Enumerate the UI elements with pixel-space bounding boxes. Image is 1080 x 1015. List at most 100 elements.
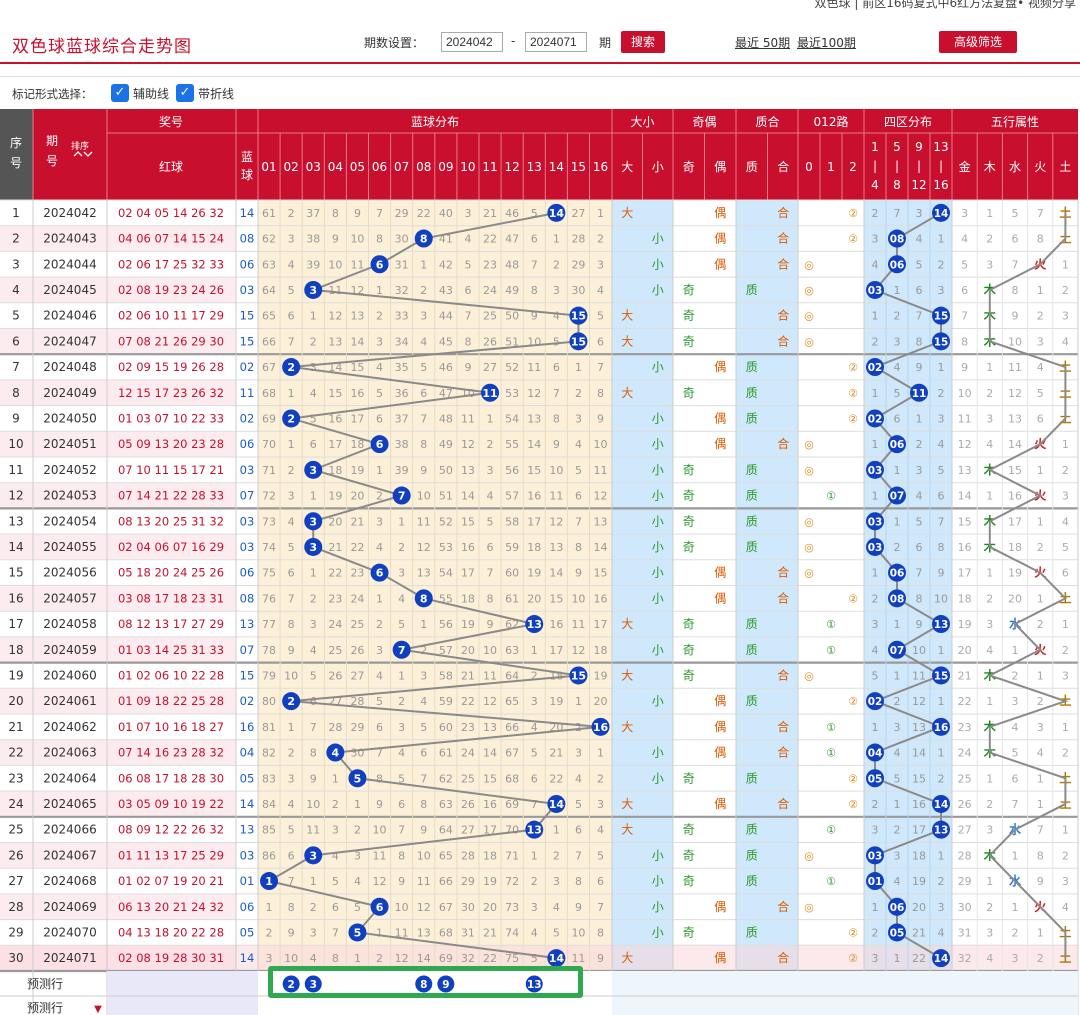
row-blue-ball: 05 — [240, 771, 255, 785]
miss-value: 12 — [417, 901, 431, 914]
wx-miss: 26 — [958, 798, 972, 811]
oe-mark: 偶 — [714, 360, 726, 374]
predict-red-bg — [107, 971, 258, 1015]
miss-value: 13 — [549, 541, 563, 554]
miss-value: 7 — [288, 335, 295, 348]
wx-miss: 23 — [958, 721, 972, 734]
size-mark: 小 — [652, 848, 664, 862]
oe-mark: 奇 — [683, 823, 695, 837]
row-period: 2024063 — [43, 746, 96, 760]
miss-value: 30 — [350, 747, 364, 760]
miss-value: 4 — [531, 926, 538, 939]
row-period: 2024070 — [43, 925, 96, 939]
miss-value: 8 — [464, 335, 471, 348]
route-mark: ① — [826, 644, 836, 657]
row-seq: 28 — [8, 900, 23, 914]
miss-value: 22 — [350, 541, 364, 554]
miss-value: 9 — [354, 207, 361, 220]
zone-miss: 4 — [872, 644, 879, 657]
miss-value: 30 — [571, 284, 585, 297]
miss-value: 14 — [461, 490, 475, 503]
blue-ball-number: 3 — [309, 541, 317, 554]
miss-value: 11 — [350, 258, 364, 271]
row-seq: 29 — [8, 925, 23, 939]
miss-value: 7 — [288, 592, 295, 605]
wx-miss: 4 — [961, 233, 968, 246]
period-from-input[interactable] — [441, 32, 503, 52]
zone-miss: 1 — [894, 618, 901, 631]
row-red-balls: 08 12 13 17 27 29 — [118, 617, 224, 631]
aux-line-checkbox[interactable]: ✓ — [111, 84, 129, 102]
top-caption: 双色球 | 前区16码复式中6红方法复盘• 视频分享 — [814, 0, 1076, 10]
zone-miss: 3 — [872, 618, 879, 631]
route-mark: ② — [848, 233, 858, 246]
miss-value: 68 — [262, 387, 276, 400]
miss-value: 53 — [505, 387, 519, 400]
miss-value: 8 — [288, 901, 295, 914]
size-mark: 小 — [652, 746, 664, 760]
zone-miss: 6 — [916, 284, 923, 297]
period-setting-label: 期数设置： — [364, 36, 425, 50]
miss-value: 5 — [310, 669, 317, 682]
zone-miss: 1 — [872, 567, 879, 580]
miss-value: 21 — [350, 515, 364, 528]
blue-ball-number: 3 — [309, 464, 317, 477]
zone-miss: 2 — [916, 438, 923, 451]
row-seq: 14 — [8, 540, 23, 554]
wx-miss: 18 — [958, 592, 972, 605]
wx-miss: 3 — [1012, 952, 1019, 965]
miss-value: 61 — [439, 747, 453, 760]
blue-ball-number: 8 — [420, 592, 428, 605]
period-to-input[interactable] — [525, 32, 587, 52]
miss-value: 3 — [310, 926, 317, 939]
row-seq: 7 — [12, 360, 20, 374]
wx-miss: 5 — [1062, 541, 1069, 554]
row-red-balls: 01 03 07 10 22 33 — [118, 411, 224, 425]
wx-miss: 5 — [1037, 387, 1044, 400]
row-red-balls: 02 06 10 11 17 29 — [118, 309, 224, 323]
zone-miss: 16 — [912, 798, 926, 811]
miss-value: 3 — [420, 669, 427, 682]
page-title: 双色球蓝球综合走势图 — [12, 37, 192, 57]
miss-value: 5 — [420, 361, 427, 374]
row-red-balls: 07 10 11 15 17 21 — [118, 463, 224, 477]
miss-value: 2 — [597, 233, 604, 246]
advanced-filter-button[interactable]: 高级筛选 — [939, 31, 1017, 53]
wx-miss: 1 — [1037, 669, 1044, 682]
miss-value: 4 — [420, 695, 427, 708]
header-period-1: 期 — [46, 134, 58, 148]
miss-value: 36 — [395, 387, 409, 400]
route-mark: ② — [848, 361, 858, 374]
wx-miss: 4 — [1062, 515, 1069, 528]
miss-value: 27 — [571, 207, 585, 220]
zone-miss: 8 — [916, 335, 923, 348]
wx-miss: 4 — [1037, 361, 1044, 374]
zone-ball-number: 05 — [890, 927, 905, 939]
miss-value: 3 — [420, 310, 427, 323]
miss-value: 69 — [439, 952, 453, 965]
route-mark: ② — [848, 592, 858, 605]
miss-value: 59 — [505, 541, 519, 554]
search-button[interactable]: 搜索 — [621, 31, 665, 53]
miss-value: 3 — [398, 567, 405, 580]
miss-value: 8 — [376, 772, 383, 785]
row-seq: 22 — [8, 746, 23, 760]
fold-line-checkbox[interactable]: ✓ — [176, 84, 194, 102]
miss-value: 4 — [376, 361, 383, 374]
row-blue-ball: 14 — [240, 797, 255, 811]
recent-100-link[interactable]: 最近100期 — [797, 34, 856, 51]
miss-value: 2 — [310, 335, 317, 348]
miss-value: 5 — [288, 284, 295, 297]
miss-value: 54 — [505, 412, 519, 425]
miss-value: 3 — [597, 798, 604, 811]
miss-value: 14 — [594, 541, 608, 554]
miss-value: 78 — [262, 644, 276, 657]
miss-value: 2 — [575, 721, 582, 734]
row-blue-ball: 06 — [240, 257, 255, 271]
recent-50-link[interactable]: 最近 50期 — [735, 34, 790, 51]
miss-value: 5 — [597, 849, 604, 862]
wx-miss: 2 — [1012, 669, 1019, 682]
zone-miss: 4 — [894, 361, 901, 374]
miss-value: 8 — [420, 798, 427, 811]
oe-mark: 偶 — [714, 951, 726, 965]
